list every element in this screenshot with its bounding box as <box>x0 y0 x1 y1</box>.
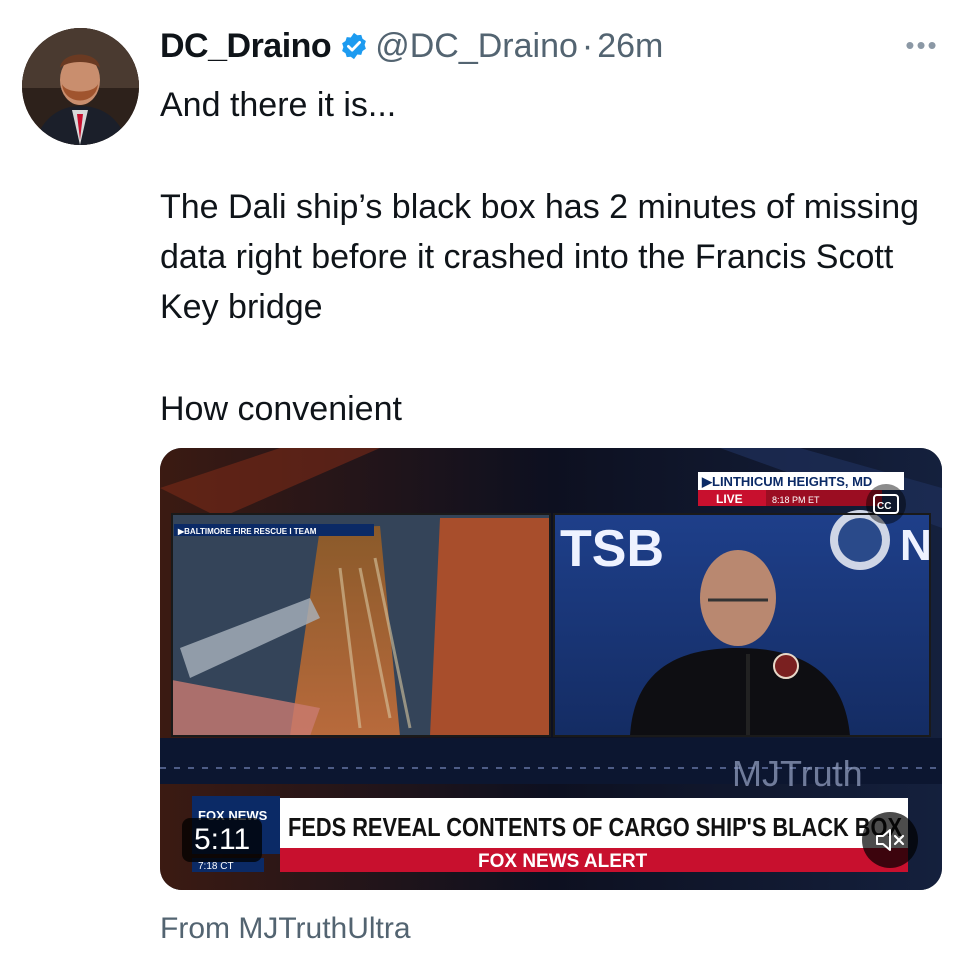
video-duration: 5:11 <box>182 818 263 862</box>
video-player[interactable]: ▶BALTIMORE FIRE RESCUE I TEAM TSB N ▶LIN… <box>160 448 942 890</box>
verified-badge-icon <box>339 31 369 61</box>
author-avatar[interactable] <box>22 28 139 145</box>
live-time: 8:18 PM ET <box>772 495 820 505</box>
tweet-line-2: The Dali ship’s black box has 2 minutes … <box>160 188 920 326</box>
tweet-header: DC_Draino @DC_Draino · 26m <box>160 24 663 68</box>
live-label: LIVE <box>716 492 743 506</box>
tweet-line-1: And there it is... <box>160 86 397 124</box>
backdrop-text-right: N <box>900 521 932 570</box>
more-label: ••• <box>905 29 939 60</box>
timestamp[interactable]: 26m <box>597 27 663 66</box>
inset-footage: ▶BALTIMORE FIRE RESCUE I TEAM <box>171 513 551 737</box>
watermark: MJTruth <box>732 753 863 794</box>
video-frame: ▶BALTIMORE FIRE RESCUE I TEAM TSB N ▶LIN… <box>160 448 942 890</box>
more-icon[interactable]: ••• <box>900 30 944 60</box>
tweet-text: And there it is... The Dali ship’s black… <box>160 80 950 434</box>
video-source[interactable]: From MJTruthUltra <box>160 912 411 946</box>
author-handle[interactable]: @DC_Draino <box>375 27 578 66</box>
cc-label: CC <box>877 501 891 512</box>
separator-dot: · <box>581 26 594 65</box>
author-name[interactable]: DC_Draino <box>160 27 332 66</box>
inset-label: ▶BALTIMORE FIRE RESCUE I TEAM <box>177 527 317 536</box>
alert: FOX NEWS ALERT <box>478 851 648 872</box>
closed-captions-icon[interactable]: CC <box>866 484 906 524</box>
lower-third: FOX NEWS 7:18 CT FEDS REVEAL CONTENTS OF… <box>192 796 908 872</box>
avatar-image <box>22 28 139 145</box>
press-conference-footage: TSB N <box>553 510 932 737</box>
tweet-line-3: How convenient <box>160 390 402 428</box>
headline: FEDS REVEAL CONTENTS OF CARGO SHIP'S BLA… <box>288 812 903 842</box>
backdrop-text: TSB <box>560 520 664 578</box>
location-text: ▶LINTHICUM HEIGHTS, MD <box>701 474 872 489</box>
clock: 7:18 CT <box>198 861 234 872</box>
mute-icon[interactable] <box>862 812 918 868</box>
